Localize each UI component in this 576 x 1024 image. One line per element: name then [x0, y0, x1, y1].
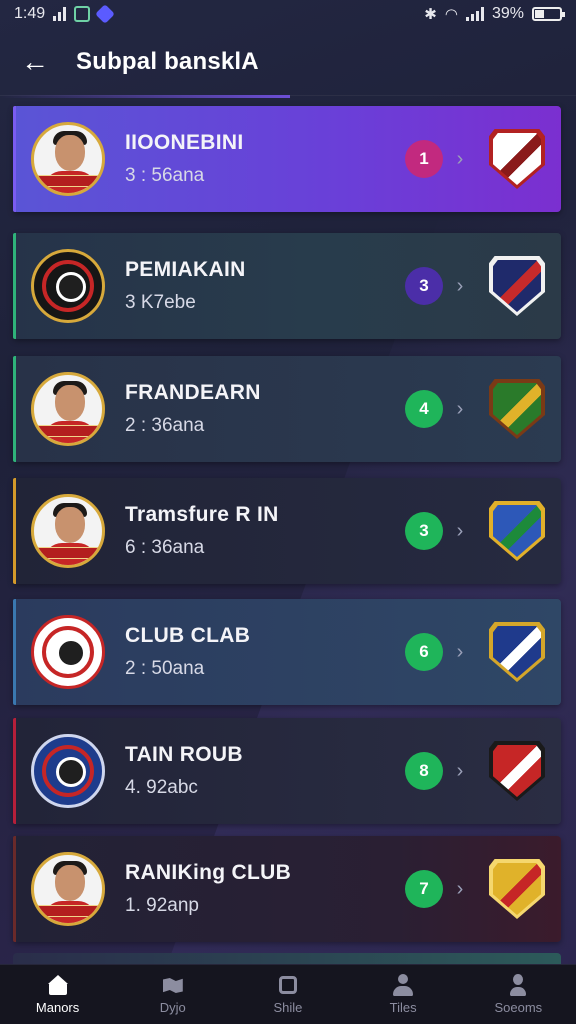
nav-item-label: Manors: [35, 1000, 80, 1015]
chevron-right-icon[interactable]: ›: [447, 878, 473, 901]
card-info: FRANDEARN 2 : 36ana: [125, 381, 405, 437]
nav-item-label: Tiles: [389, 1000, 417, 1015]
chevron-right-icon[interactable]: ›: [447, 148, 473, 171]
ranking-card[interactable]: FRANDEARN 2 : 36ana 4 ›: [13, 356, 561, 462]
square-icon: [276, 974, 300, 996]
chevron-right-icon[interactable]: ›: [447, 398, 473, 421]
card-accent-bar: [13, 356, 16, 462]
nav-item[interactable]: Tiles: [353, 974, 453, 1015]
team-name: PEMIAKAIN: [125, 258, 246, 281]
rank-badge: 3: [405, 512, 443, 550]
card-accent-bar: [13, 836, 16, 942]
app-header: ← Subpal bansklA: [0, 28, 576, 98]
ranking-card[interactable]: TAIN ROUB 4. 92abc 8 ›: [13, 718, 561, 824]
vpn-icon: [95, 4, 116, 24]
team-score: 2 : 50ana: [125, 658, 205, 679]
player-avatar: [31, 372, 105, 446]
club-shield-icon: [489, 859, 545, 919]
card-accent-bar: [13, 233, 16, 339]
card-info: RANIKing CLUB 1. 92anp: [125, 861, 405, 917]
rank-badge: 1: [405, 140, 443, 178]
wifi-icon: ◠: [444, 6, 458, 23]
club-shield-icon: [489, 129, 545, 189]
club-shield-icon: [489, 501, 545, 561]
chevron-right-icon[interactable]: ›: [447, 520, 473, 543]
club-shield-icon: [489, 256, 545, 316]
rank-badge: 8: [405, 752, 443, 790]
team-name: Tramsfure R IN: [125, 503, 279, 526]
club-crest-avatar: [31, 734, 105, 808]
nav-item[interactable]: Manors: [8, 974, 108, 1015]
player-avatar: [31, 122, 105, 196]
team-name: CLUB CLAB: [125, 624, 251, 647]
nav-item[interactable]: Soeoms: [468, 974, 568, 1015]
card-info: TAIN ROUB 4. 92abc: [125, 743, 405, 799]
signal-icon: [53, 7, 67, 21]
team-score: 6 : 36ana: [125, 537, 205, 558]
chevron-right-icon[interactable]: ›: [447, 275, 473, 298]
club-crest-avatar: [31, 249, 105, 323]
rank-badge: 4: [405, 390, 443, 428]
card-accent-bar: [13, 599, 16, 705]
battery-percent: 39%: [491, 5, 524, 22]
battery-icon: [532, 7, 565, 21]
nav-item-label: Dyjo: [159, 1000, 186, 1015]
club-shield-icon: [489, 741, 545, 801]
cell-signal-icon: [465, 7, 484, 21]
club-shield-icon: [489, 622, 545, 682]
club-shield-icon: [489, 379, 545, 439]
team-score: 3 K7ebe: [125, 292, 196, 313]
card-accent-bar: [13, 718, 16, 824]
team-score: 1. 92anp: [125, 895, 199, 916]
card-info: IIOONEBINI 3 : 56ana: [125, 131, 405, 187]
team-name: IIOONEBINI: [125, 131, 244, 154]
bluetooth-icon: ✱: [424, 6, 437, 23]
chevron-right-icon[interactable]: ›: [447, 641, 473, 664]
player-avatar: [31, 494, 105, 568]
card-info: PEMIAKAIN 3 K7ebe: [125, 258, 405, 314]
team-score: 2 : 36ana: [125, 415, 205, 436]
page-title: Subpal bansklA: [76, 47, 259, 75]
card-accent-bar: [13, 478, 16, 584]
nav-item-label: Shile: [273, 1000, 303, 1015]
team-name: RANIKing CLUB: [125, 861, 292, 884]
card-info: Tramsfure R IN 6 : 36ana: [125, 503, 405, 559]
status-time: 1:49: [14, 5, 46, 22]
nav-item[interactable]: Shile: [238, 974, 338, 1015]
player-avatar: [31, 852, 105, 926]
nav-item-label: Soeoms: [494, 1000, 543, 1015]
card-accent-bar: [13, 106, 16, 212]
card-info: CLUB CLAB 2 : 50ana: [125, 624, 405, 680]
team-score: 3 : 56ana: [125, 165, 205, 186]
ranking-card[interactable]: Tramsfure R IN 6 : 36ana 3 ›: [13, 478, 561, 584]
ranking-card[interactable]: PEMIAKAIN 3 K7ebe 3 ›: [13, 233, 561, 339]
club-crest-avatar: [31, 615, 105, 689]
ranking-card[interactable]: IIOONEBINI 3 : 56ana 1 ›: [13, 106, 561, 212]
profile-icon: [506, 974, 530, 996]
nav-item[interactable]: Dyjo: [123, 974, 223, 1015]
arrow-left-icon[interactable]: ←: [18, 45, 52, 79]
person-icon: [391, 974, 415, 996]
header-accent-line: [0, 95, 290, 98]
map-icon: [161, 974, 185, 996]
ranking-card[interactable]: CLUB CLAB 2 : 50ana 6 ›: [13, 599, 561, 705]
team-name: TAIN ROUB: [125, 743, 243, 766]
rank-badge: 7: [405, 870, 443, 908]
team-score: 4. 92abc: [125, 777, 198, 798]
rank-badge: 3: [405, 267, 443, 305]
status-bar: 1:49 ✱ ◠ 39%: [0, 0, 576, 28]
team-name: FRANDEARN: [125, 381, 261, 404]
bottom-navigation: Manors Dyjo Shile Tiles Soeoms: [0, 964, 576, 1024]
home-icon: [46, 974, 70, 996]
ranking-card[interactable]: RANIKing CLUB 1. 92anp 7 ›: [13, 836, 561, 942]
rank-badge: 6: [405, 633, 443, 671]
chevron-right-icon[interactable]: ›: [447, 760, 473, 783]
app-notification-icon: [74, 6, 91, 22]
